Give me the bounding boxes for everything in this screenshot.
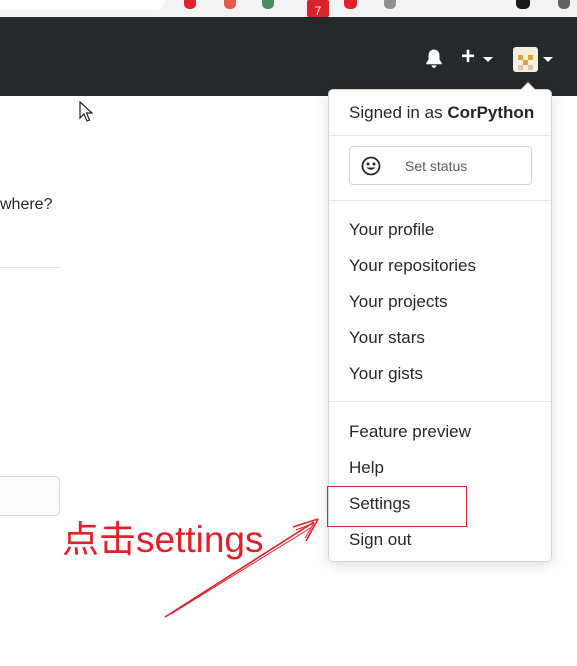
annotation-arrow-icon [164, 518, 319, 618]
